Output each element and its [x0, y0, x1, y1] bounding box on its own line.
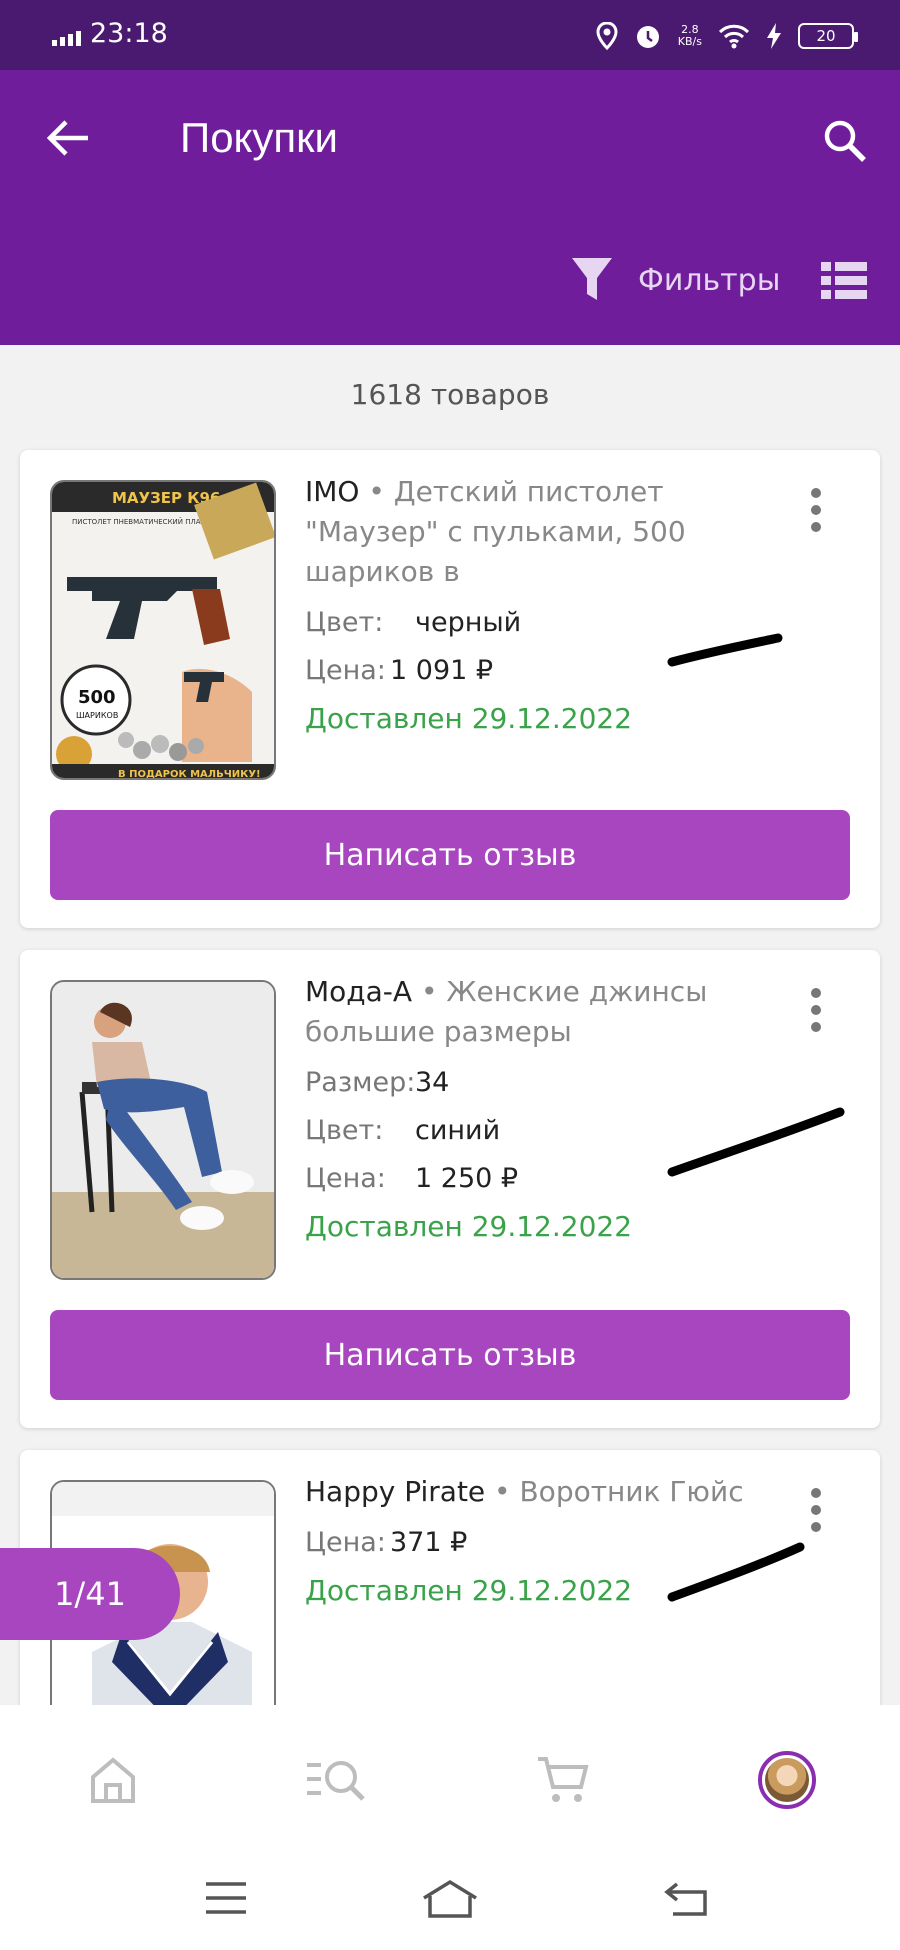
- product-name[interactable]: Мода-А • Женские джинсы большие размеры: [305, 972, 765, 1052]
- price-label: Цена:: [305, 1162, 386, 1194]
- more-options-button[interactable]: [796, 1480, 836, 1540]
- price-label: Цена:: [305, 1526, 386, 1558]
- size-value: 34: [415, 1066, 450, 1098]
- product-name[interactable]: Happy Pirate • Воротник Гюйс: [305, 1472, 765, 1512]
- image-bottom-text: В ПОДАРОК МАЛЬЧИКУ!: [118, 769, 261, 780]
- size-label: Размер:: [305, 1066, 416, 1098]
- pen-scribble: [667, 633, 783, 667]
- status-bar: 23:18 2.8 KB/s 20: [0, 0, 900, 70]
- recent-apps-button[interactable]: [196, 1873, 256, 1923]
- more-options-button[interactable]: [796, 480, 836, 540]
- image-badge-num: 500: [78, 687, 116, 708]
- system-navigation-bar: [0, 1845, 900, 1950]
- delivery-status: Доставлен 29.12.2022: [305, 1210, 633, 1243]
- filters-label: Фильтры: [638, 262, 781, 298]
- cart-icon: [538, 1757, 589, 1802]
- menu-icon: [206, 1882, 246, 1914]
- write-review-button[interactable]: Написать отзыв: [50, 810, 850, 900]
- price-value: 1 091 ₽: [390, 654, 494, 686]
- net-speed: 2.8 KB/s: [677, 23, 702, 48]
- funnel-icon: [572, 258, 612, 300]
- product-image-jeans[interactable]: [50, 980, 276, 1280]
- app-bar: Покупки Фильтры: [0, 70, 900, 345]
- catalog-search-icon: [307, 1761, 365, 1801]
- items-count: 1618 товаров: [350, 378, 550, 411]
- signal-icon: [52, 28, 81, 46]
- status-time: 23:18: [90, 18, 168, 49]
- search-button[interactable]: [810, 106, 880, 176]
- alarm-icon: [636, 26, 659, 48]
- bottom-navigation: [0, 1705, 900, 1845]
- color-label: Цвет:: [305, 606, 384, 638]
- back-system-button[interactable]: [656, 1873, 716, 1923]
- pen-scribble: [667, 1542, 805, 1602]
- product-image-toy-pistol[interactable]: МАУЗЕР К96 ПИСТОЛЕТ ПНЕВМАТИЧЕСКИЙ ПЛАСТ…: [50, 480, 276, 780]
- product-card[interactable]: МАУЗЕР К96 ПИСТОЛЕТ ПНЕВМАТИЧЕСКИЙ ПЛАСТ…: [20, 450, 880, 928]
- color-label: Цвет:: [305, 1114, 384, 1146]
- wifi-icon: [718, 24, 750, 49]
- delivery-status: Доставлен 29.12.2022: [305, 702, 633, 735]
- page-indicator: 1/41: [0, 1548, 180, 1640]
- back-arrow-icon: [664, 1882, 707, 1916]
- filters-button[interactable]: Фильтры: [570, 250, 780, 310]
- price-value: 371 ₽: [390, 1526, 468, 1558]
- nav-home[interactable]: [78, 1745, 148, 1815]
- image-badge-word: ШАРИКОВ: [76, 711, 118, 720]
- product-card[interactable]: Мода-А • Женские джинсы большие размеры …: [20, 950, 880, 1428]
- search-icon: [824, 120, 866, 162]
- home-icon: [91, 1757, 135, 1803]
- list-view-icon: [821, 262, 867, 299]
- pen-scribble: [667, 1107, 845, 1177]
- avatar: [758, 1751, 816, 1809]
- price-value: 1 250 ₽: [415, 1162, 519, 1194]
- nav-profile[interactable]: [752, 1745, 822, 1815]
- color-value: синий: [415, 1114, 501, 1146]
- more-options-button[interactable]: [796, 980, 836, 1040]
- battery-indicator: 20: [798, 23, 858, 49]
- home-system-button[interactable]: [420, 1873, 480, 1923]
- page-title: Покупки: [180, 114, 338, 161]
- nav-catalog[interactable]: [302, 1745, 372, 1815]
- charging-icon: [767, 23, 781, 49]
- house-outline-icon: [423, 1879, 477, 1918]
- price-label: Цена:: [305, 654, 386, 686]
- arrow-back-icon: [46, 120, 88, 156]
- back-button[interactable]: [36, 106, 100, 170]
- product-name[interactable]: IMO • Детский пистолет "Маузер" с пулька…: [305, 472, 765, 592]
- write-review-button[interactable]: Написать отзыв: [50, 1310, 850, 1400]
- nav-cart[interactable]: [528, 1745, 598, 1815]
- view-toggle-button[interactable]: [812, 253, 876, 309]
- color-value: черный: [415, 606, 522, 638]
- location-icon: [596, 22, 618, 50]
